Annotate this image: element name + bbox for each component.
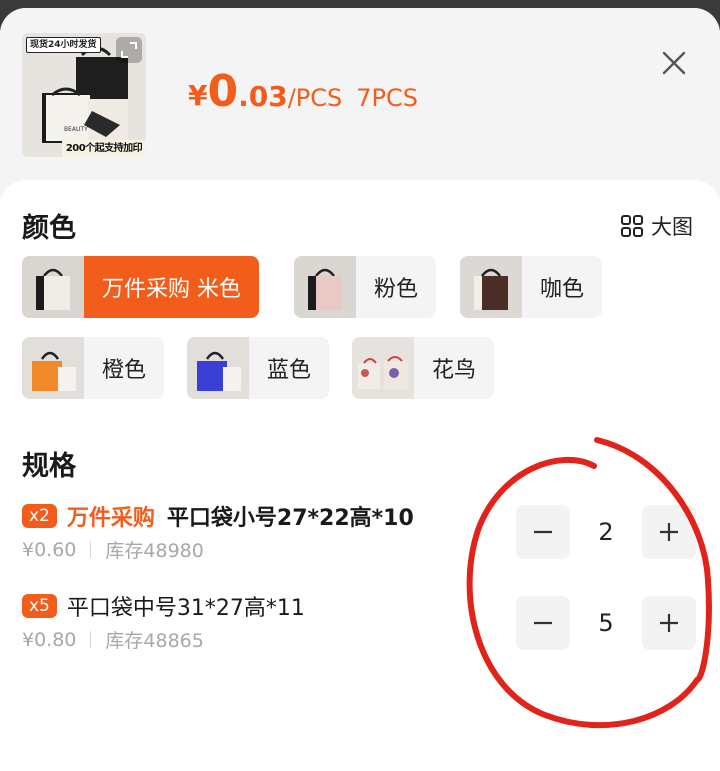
quantity-badge: x5 — [22, 594, 57, 618]
divider — [90, 541, 92, 558]
quantity-badge: x2 — [22, 504, 57, 528]
color-label: 蓝色 — [267, 358, 312, 383]
quantity-stepper-medium[interactable]: 5 — [516, 596, 696, 650]
quantity-stepper-small[interactable]: 2 — [516, 505, 696, 559]
close-icon[interactable] — [657, 46, 691, 80]
total-quantity: 7PCS — [356, 84, 419, 112]
color-option-beige[interactable]: 万件采购 米色 — [22, 256, 259, 318]
price-integer: 0 — [207, 66, 239, 117]
increment-button[interactable] — [642, 505, 696, 559]
color-swatch-beige — [22, 256, 84, 318]
divider — [90, 631, 92, 648]
color-swatch-pink — [294, 256, 356, 318]
big-view-button[interactable]: 大图 — [620, 211, 693, 241]
color-label: 橙色 — [102, 358, 147, 383]
decrement-button[interactable] — [516, 596, 570, 650]
spec-section-title: 规格 — [22, 451, 76, 482]
spec-stock: 库存48980 — [105, 540, 204, 562]
color-option-blue[interactable]: 蓝色 — [187, 337, 330, 399]
spec-name: 平口袋小号27*22高*10 — [166, 506, 414, 531]
thumbnail-footer: 200个起支持加印 — [62, 140, 146, 157]
color-swatch-floral — [352, 337, 414, 399]
color-label: 粉色 — [374, 277, 419, 302]
color-swatch-brown — [460, 256, 522, 318]
unit-price: ¥0.03/PCS 7PCS — [188, 66, 418, 126]
price-unit: /PCS — [287, 84, 343, 112]
promo-tag: 万件采购 — [66, 506, 155, 531]
color-label: 咖色 — [540, 277, 585, 302]
spec-price: ¥0.60 — [22, 538, 77, 561]
color-option-floral[interactable]: 花鸟 — [352, 337, 495, 399]
color-swatch-blue — [187, 337, 249, 399]
color-option-pink[interactable]: 粉色 — [294, 256, 437, 318]
spec-item-small[interactable]: x2 万件采购 平口袋小号27*22高*10 ¥0.60 库存48980 — [22, 500, 414, 563]
price-currency: ¥ — [188, 79, 208, 112]
color-label: 万件采购 米色 — [102, 277, 241, 302]
quantity-value[interactable]: 2 — [570, 505, 642, 559]
color-option-brown[interactable]: 咖色 — [460, 256, 603, 318]
grid-icon — [621, 215, 643, 237]
spec-price: ¥0.80 — [22, 628, 77, 651]
color-section-title: 颜色 — [22, 213, 76, 244]
price-decimal: .03 — [238, 80, 288, 113]
big-view-label: 大图 — [651, 215, 693, 239]
spec-name: 平口袋中号31*27高*11 — [66, 596, 305, 621]
thumbnail-banner: 现货24小时发货 — [26, 37, 101, 53]
color-label: 花鸟 — [432, 358, 477, 383]
decrement-button[interactable] — [516, 505, 570, 559]
color-option-orange[interactable]: 橙色 — [22, 337, 165, 399]
spec-stock: 库存48865 — [105, 630, 204, 652]
spec-item-medium[interactable]: x5 平口袋中号31*27高*11 ¥0.80 库存48865 — [22, 590, 305, 653]
quantity-value[interactable]: 5 — [570, 596, 642, 650]
product-thumbnail[interactable]: BEAUTY 现货24小时发货 200个起支持加印 — [22, 33, 146, 157]
sheet-header: BEAUTY 现货24小时发货 200个起支持加印 ¥0.03/PCS 7PCS — [0, 8, 720, 198]
color-swatch-orange — [22, 337, 84, 399]
increment-button[interactable] — [642, 596, 696, 650]
bag-print-text: BEAUTY — [64, 126, 88, 133]
expand-icon[interactable] — [116, 37, 142, 63]
